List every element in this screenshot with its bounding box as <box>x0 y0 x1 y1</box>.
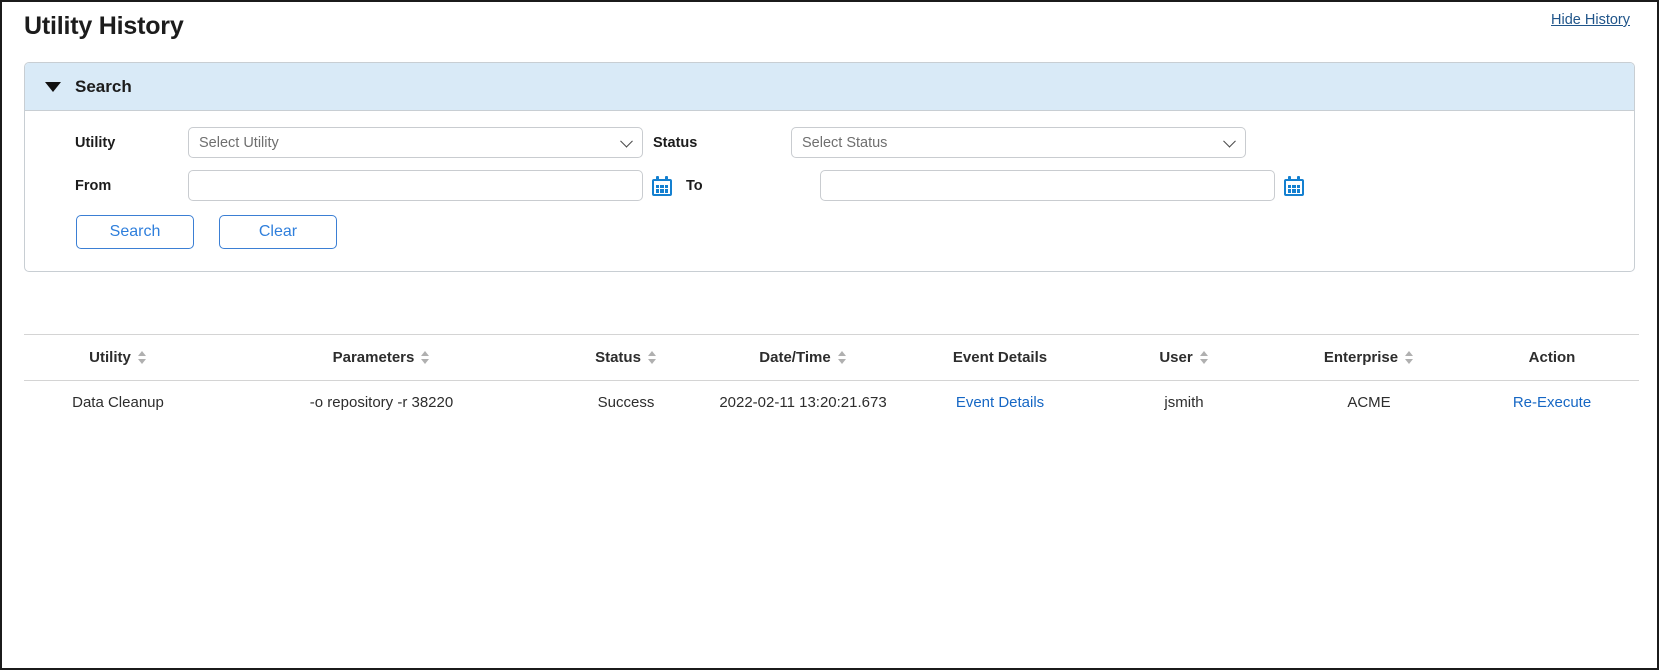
page-title: Utility History <box>24 12 184 41</box>
column-header-utility[interactable]: Utility <box>24 335 206 381</box>
cell-datetime: 2022-02-11 13:20:21.673 <box>701 381 905 425</box>
column-label-event-details: Event Details <box>953 349 1047 366</box>
sort-icon-status[interactable] <box>648 350 657 365</box>
cell-event-details: Event Details <box>905 381 1095 425</box>
from-date-group <box>188 170 672 201</box>
column-header-action: Action <box>1465 335 1639 381</box>
table-header-row: Utility Parameters Sta <box>24 335 1639 381</box>
from-date-input[interactable] <box>188 170 643 201</box>
to-label: To <box>672 178 820 194</box>
table-head: Utility Parameters Sta <box>24 335 1639 381</box>
utility-history-page: Utility History Hide History Search Util… <box>0 0 1659 670</box>
column-label-utility: Utility <box>89 349 131 366</box>
calendar-icon[interactable] <box>1284 176 1304 196</box>
utility-select-value: Select Utility <box>199 135 279 151</box>
utility-label: Utility <box>45 135 188 151</box>
caret-down-icon[interactable] <box>45 82 61 92</box>
cell-user: jsmith <box>1095 381 1273 425</box>
search-panel-header[interactable]: Search <box>25 63 1634 111</box>
cell-enterprise: ACME <box>1273 381 1465 425</box>
hide-history-link[interactable]: Hide History <box>1551 12 1630 28</box>
utility-history-table: Utility Parameters Sta <box>24 334 1639 425</box>
clear-button[interactable]: Clear <box>219 215 337 249</box>
to-date-input[interactable] <box>820 170 1275 201</box>
search-button[interactable]: Search <box>76 215 194 249</box>
search-panel: Search Utility Select Utility Status Sel… <box>24 62 1635 272</box>
column-header-enterprise[interactable]: Enterprise <box>1273 335 1465 381</box>
calendar-grid <box>1288 185 1300 193</box>
results-section: Utility Parameters Sta <box>24 334 1635 425</box>
calendar-icon[interactable] <box>652 176 672 196</box>
search-actions: Search Clear <box>45 215 1614 249</box>
search-row-2: From To <box>45 170 1614 201</box>
sort-icon-datetime[interactable] <box>838 350 847 365</box>
status-select-value: Select Status <box>802 135 887 151</box>
column-label-enterprise: Enterprise <box>1324 349 1398 366</box>
table-row: Data Cleanup -o repository -r 38220 Succ… <box>24 381 1639 425</box>
re-execute-link[interactable]: Re-Execute <box>1513 394 1591 411</box>
column-label-user: User <box>1159 349 1192 366</box>
calendar-grid <box>656 185 668 193</box>
column-header-parameters[interactable]: Parameters <box>206 335 551 381</box>
search-row-1: Utility Select Utility Status Select Sta… <box>45 127 1614 158</box>
chevron-down-icon <box>620 134 633 147</box>
column-label-datetime: Date/Time <box>759 349 830 366</box>
chevron-down-icon <box>1223 134 1236 147</box>
from-label: From <box>45 178 188 194</box>
sort-icon-enterprise[interactable] <box>1405 350 1414 365</box>
to-date-group <box>820 170 1304 201</box>
sort-icon-utility[interactable] <box>138 350 147 365</box>
cell-parameters: -o repository -r 38220 <box>206 381 551 425</box>
table-body: Data Cleanup -o repository -r 38220 Succ… <box>24 381 1639 425</box>
column-header-datetime[interactable]: Date/Time <box>701 335 905 381</box>
search-panel-title: Search <box>75 77 132 97</box>
sort-icon-parameters[interactable] <box>421 350 430 365</box>
column-label-action: Action <box>1529 349 1576 366</box>
column-header-status[interactable]: Status <box>551 335 701 381</box>
search-panel-body: Utility Select Utility Status Select Sta… <box>25 111 1634 271</box>
column-label-parameters: Parameters <box>333 349 415 366</box>
status-select[interactable]: Select Status <box>791 127 1246 158</box>
column-header-user[interactable]: User <box>1095 335 1273 381</box>
column-label-status: Status <box>595 349 641 366</box>
utility-select[interactable]: Select Utility <box>188 127 643 158</box>
cell-status: Success <box>551 381 701 425</box>
event-details-link[interactable]: Event Details <box>956 394 1044 411</box>
sort-icon-user[interactable] <box>1200 350 1209 365</box>
status-label: Status <box>643 135 791 151</box>
cell-action: Re-Execute <box>1465 381 1639 425</box>
cell-utility: Data Cleanup <box>24 381 206 425</box>
column-header-event-details: Event Details <box>905 335 1095 381</box>
page-header: Utility History Hide History <box>24 2 1635 58</box>
